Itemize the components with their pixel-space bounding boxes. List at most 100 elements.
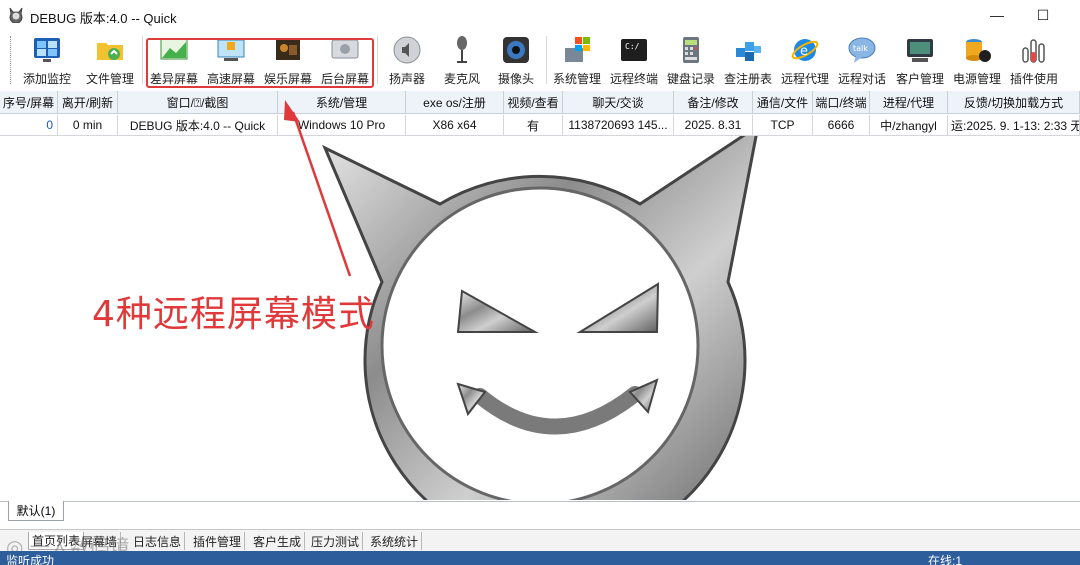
diff-screen-button[interactable]: 差异屏幕 (145, 34, 203, 90)
table-cell[interactable]: 6666 (813, 115, 870, 136)
entertainment-screen-button[interactable]: 娱乐屏幕 (259, 34, 317, 90)
file-manager-button[interactable]: 文件管理 (81, 34, 139, 90)
bottom-tab-bar: 首页列表 屏幕墙 日志信息 插件管理 客户生成 压力测试 系统统计 (0, 529, 1080, 551)
status-listening: 监听成功 (6, 554, 55, 565)
camera-button[interactable]: 摄像头 (487, 34, 545, 90)
terminal-icon: C:/ (621, 39, 647, 61)
table-cell[interactable]: 有 (504, 115, 563, 136)
chat-button[interactable]: talk 远程对话 (833, 34, 891, 90)
svg-text:talk: talk (853, 44, 868, 53)
keylog-button[interactable]: 键盘记录 (662, 34, 720, 90)
background-screen-icon (331, 39, 359, 59)
column-header[interactable]: exe os/注册 (406, 91, 504, 114)
microphone-button[interactable]: 麦克风 (433, 34, 491, 90)
column-header[interactable]: 进程/代理 (870, 91, 948, 114)
window-title: DEBUG 版本:4.0 -- Quick (30, 11, 177, 26)
status-bar: 监听成功 在线:1 (0, 551, 1080, 565)
tool-label-entertainment-screen: 娱乐屏幕 (263, 72, 312, 86)
column-header[interactable]: 系统/管理 (278, 91, 406, 114)
system-manage-icon (565, 37, 590, 62)
table-cell[interactable]: 中/zhangyl (870, 115, 948, 136)
diff-screen-icon (160, 38, 188, 60)
tool-label-chat: 远程对话 (837, 72, 886, 86)
table-cell[interactable]: TCP (753, 115, 813, 136)
devil-app-icon (9, 7, 23, 23)
group-tab-default[interactable]: 默认(1) (8, 501, 64, 521)
tool-label-diff-screen: 差异屏幕 (149, 72, 198, 86)
terminal-button[interactable]: C:/ 远程终端 (605, 34, 663, 90)
table-cell[interactable]: 2025. 8.31 (674, 115, 753, 136)
tool-label-add-monitor: 添加监控 (22, 72, 71, 86)
svg-text:e: e (800, 44, 808, 59)
client-manage-button[interactable]: 客户管理 (891, 34, 949, 90)
table-cell[interactable]: Windows 10 Pro (278, 115, 406, 136)
toolbar-separator (142, 36, 143, 84)
toolbar-grip[interactable] (10, 36, 13, 84)
tool-label-registry: 查注册表 (723, 72, 772, 86)
speaker-icon (393, 36, 421, 64)
maximize-button[interactable]: ☐ (1020, 0, 1066, 30)
column-header[interactable]: 聊天/交谈 (563, 91, 674, 114)
plugin-button[interactable]: 插件使用 (1005, 34, 1063, 90)
column-header[interactable]: 端口/终端 (813, 91, 870, 114)
column-header[interactable]: 窗口/⍰/截图 (118, 91, 278, 114)
minimize-button[interactable]: — (974, 0, 1020, 30)
tab-stress-test[interactable]: 压力测试 (308, 532, 364, 550)
tool-label-client-manage: 客户管理 (895, 72, 944, 86)
proxy-icon: e (791, 39, 819, 61)
tab-system-stats[interactable]: 系统统计 (367, 532, 423, 550)
tool-label-plugin: 插件使用 (1009, 72, 1058, 86)
table-cell[interactable]: DEBUG 版本:4.0 -- Quick (118, 115, 278, 136)
background-screen-button[interactable]: 后台屏幕 (316, 34, 374, 90)
registry-icon (736, 42, 761, 61)
fast-screen-button[interactable]: 高速屏幕 (202, 34, 260, 90)
group-tab-divider (0, 501, 1080, 502)
fast-screen-icon (217, 39, 245, 61)
column-header[interactable]: 备注/修改 (674, 91, 753, 114)
add-monitor-icon (34, 38, 60, 62)
tool-label-fast-screen: 高速屏幕 (206, 72, 255, 86)
table-cell[interactable]: 0 min (58, 115, 118, 136)
annotation-text: 4种远程屏幕模式 (92, 294, 375, 335)
tool-label-background-screen: 后台屏幕 (320, 72, 369, 86)
power-button[interactable]: 电源管理 (948, 34, 1006, 90)
microphone-icon (457, 36, 467, 63)
status-online-count: 在线:1 (928, 554, 963, 565)
tool-label-proxy: 远程代理 (780, 72, 829, 86)
system-manage-button[interactable]: 系统管理 (548, 34, 606, 90)
toolbar-separator (546, 36, 547, 84)
tab-log-info[interactable]: 日志信息 (130, 532, 186, 550)
client-manage-icon (907, 39, 933, 62)
table-cell[interactable]: 运:2025. 9. 1-13: 2:33 无 (948, 115, 1080, 136)
table-cell[interactable]: X86 x64 (406, 115, 504, 136)
table-cell[interactable]: 0 (0, 115, 58, 136)
entertainment-screen-icon (276, 40, 300, 60)
title-bar: DEBUG 版本:4.0 -- Quick — ☐ (0, 0, 1080, 30)
keylog-icon (683, 37, 699, 63)
column-header[interactable]: 通信/文件 (753, 91, 813, 114)
column-header[interactable]: 序号/屏幕 (0, 91, 58, 114)
column-header[interactable]: 视频/查看 (504, 91, 563, 114)
speaker-button[interactable]: 扬声器 (378, 34, 436, 90)
tab-plugin-manage[interactable]: 插件管理 (190, 532, 246, 550)
tool-label-system-manage: 系统管理 (552, 72, 601, 86)
tool-label-file-manager: 文件管理 (85, 72, 134, 86)
chat-icon: talk (848, 37, 876, 63)
registry-button[interactable]: 查注册表 (719, 34, 777, 90)
tool-label-microphone: 麦克风 (443, 72, 480, 86)
column-header[interactable]: 反馈/切换加载方式 (948, 91, 1080, 114)
plugin-icon (1022, 39, 1045, 63)
tab-client-build[interactable]: 客户生成 (250, 532, 306, 550)
power-icon (966, 39, 991, 62)
tool-label-speaker: 扬声器 (388, 72, 425, 86)
table-cell[interactable]: 1138720693 145... (563, 115, 674, 136)
file-manager-icon (97, 43, 123, 60)
tool-label-power: 电源管理 (952, 72, 1001, 86)
proxy-button[interactable]: e 远程代理 (776, 34, 834, 90)
tool-label-terminal: 远程终端 (609, 72, 658, 86)
add-monitor-button[interactable]: 添加监控 (18, 34, 76, 90)
svg-text:C:/: C:/ (625, 42, 640, 51)
tool-label-camera: 摄像头 (497, 72, 534, 86)
column-header[interactable]: 离开/刷新 (58, 91, 118, 114)
toolbar: 添加监控 文件管理 差异屏幕 高速屏幕 娱乐屏幕 后台屏幕 扬声器 麦克风 摄像… (0, 30, 1080, 90)
